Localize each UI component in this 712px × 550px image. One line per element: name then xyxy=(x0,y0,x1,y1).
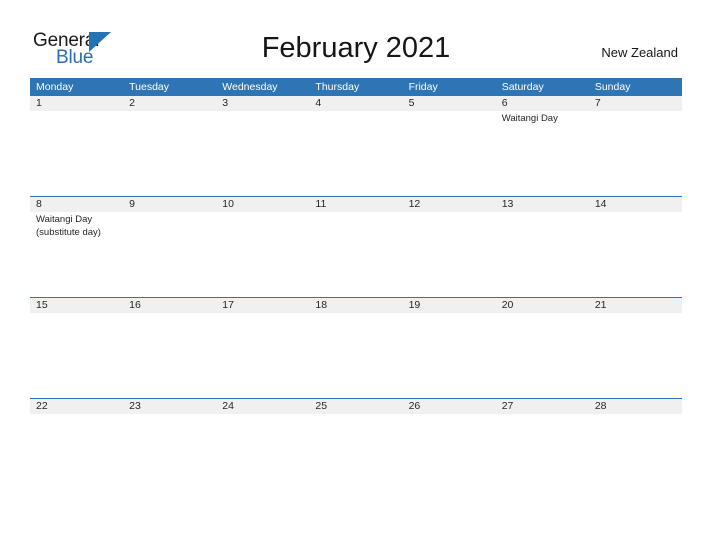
day-cell[interactable]: 27 xyxy=(495,399,589,499)
calendar-week-row: 22 23 24 25 26 27 28 xyxy=(30,398,682,499)
region-label: New Zealand xyxy=(601,45,678,60)
day-cell[interactable]: 7 xyxy=(588,96,682,196)
day-number: 10 xyxy=(222,198,234,210)
weekday-header-wednesday: Wednesday xyxy=(222,81,278,93)
day-number: 21 xyxy=(594,299,607,311)
day-number: 14 xyxy=(594,198,607,210)
day-cell[interactable]: 1 xyxy=(30,96,124,196)
day-cell[interactable]: 25 xyxy=(309,399,403,499)
weekday-header-friday: Friday xyxy=(408,81,438,93)
day-cell[interactable]: 11 xyxy=(309,197,403,297)
day-cell[interactable]: 14 xyxy=(588,197,682,297)
day-number: 23 xyxy=(129,400,141,412)
day-number: 22 xyxy=(36,400,48,412)
day-cell[interactable]: 21 xyxy=(588,298,682,398)
weekday-header-thursday: Thursday xyxy=(315,81,360,93)
day-number: 24 xyxy=(222,400,234,412)
weekday-header-sunday: Sunday xyxy=(594,81,631,93)
day-number: 4 xyxy=(315,97,322,109)
day-number: 9 xyxy=(129,198,135,210)
day-number: 3 xyxy=(222,97,229,109)
day-number: 26 xyxy=(408,400,421,412)
day-number: 25 xyxy=(315,400,328,412)
day-cell[interactable]: 20 xyxy=(495,298,589,398)
day-number: 8 xyxy=(36,198,42,210)
day-cell[interactable]: 2 xyxy=(123,96,217,196)
day-cell[interactable]: 17 xyxy=(216,298,310,398)
day-cell[interactable]: 10 xyxy=(216,197,310,297)
day-events: Waitangi Day xyxy=(502,113,589,126)
day-cell[interactable]: 16 xyxy=(123,298,217,398)
day-number: 18 xyxy=(315,299,328,311)
calendar-page: General Blue February 2021 New Zealand M… xyxy=(0,0,712,550)
weekday-header-monday: Monday xyxy=(36,81,74,93)
day-number: 17 xyxy=(222,299,234,311)
day-cell[interactable]: 28 xyxy=(588,399,682,499)
event-label: Waitangi Day (substitute day) xyxy=(36,214,101,238)
day-events: Waitangi Day (substitute day) xyxy=(36,214,123,239)
page-header: General Blue February 2021 New Zealand xyxy=(0,0,712,76)
weekday-header-row: Monday Tuesday Wednesday Thursday Friday… xyxy=(30,78,682,96)
calendar-week-row: 15 16 17 18 19 20 21 xyxy=(30,297,682,398)
weekday-header-tuesday: Tuesday xyxy=(129,81,170,93)
calendar-grid: Monday Tuesday Wednesday Thursday Friday… xyxy=(30,78,682,499)
day-cell[interactable]: 22 xyxy=(30,399,124,499)
day-number: 13 xyxy=(501,198,514,210)
day-number: 12 xyxy=(408,198,421,210)
day-cell[interactable]: 4 xyxy=(309,96,403,196)
day-cell[interactable]: 13 xyxy=(495,197,589,297)
day-number: 15 xyxy=(36,299,48,311)
day-number: 27 xyxy=(501,400,514,412)
day-number: 16 xyxy=(129,299,141,311)
day-cell[interactable]: 23 xyxy=(123,399,217,499)
day-cell[interactable]: 15 xyxy=(30,298,124,398)
day-cell[interactable]: 8 Waitangi Day (substitute day) xyxy=(30,197,124,297)
day-cell[interactable]: 9 xyxy=(123,197,217,297)
day-number: 6 xyxy=(501,97,508,109)
day-number: 1 xyxy=(36,97,42,109)
day-cell[interactable]: 3 xyxy=(216,96,310,196)
day-number: 28 xyxy=(594,400,607,412)
day-cell[interactable]: 12 xyxy=(402,197,496,297)
calendar-week-row: 1 2 3 4 5 6 Waitangi Day 7 xyxy=(30,96,682,196)
calendar-week-row: 8 Waitangi Day (substitute day) 9 10 11 … xyxy=(30,196,682,297)
day-cell[interactable]: 5 xyxy=(402,96,496,196)
day-cell[interactable]: 18 xyxy=(309,298,403,398)
day-number: 7 xyxy=(594,97,601,109)
day-cell[interactable]: 24 xyxy=(216,399,310,499)
day-cell[interactable]: 19 xyxy=(402,298,496,398)
event-label: Waitangi Day xyxy=(501,113,558,124)
day-cell[interactable]: 6 Waitangi Day xyxy=(495,96,589,196)
day-number: 19 xyxy=(408,299,421,311)
day-number: 11 xyxy=(315,198,327,210)
day-number: 5 xyxy=(408,97,415,109)
day-number: 20 xyxy=(501,299,514,311)
day-cell[interactable]: 26 xyxy=(402,399,496,499)
weekday-header-saturday: Saturday xyxy=(501,81,544,93)
day-number: 2 xyxy=(129,97,135,109)
